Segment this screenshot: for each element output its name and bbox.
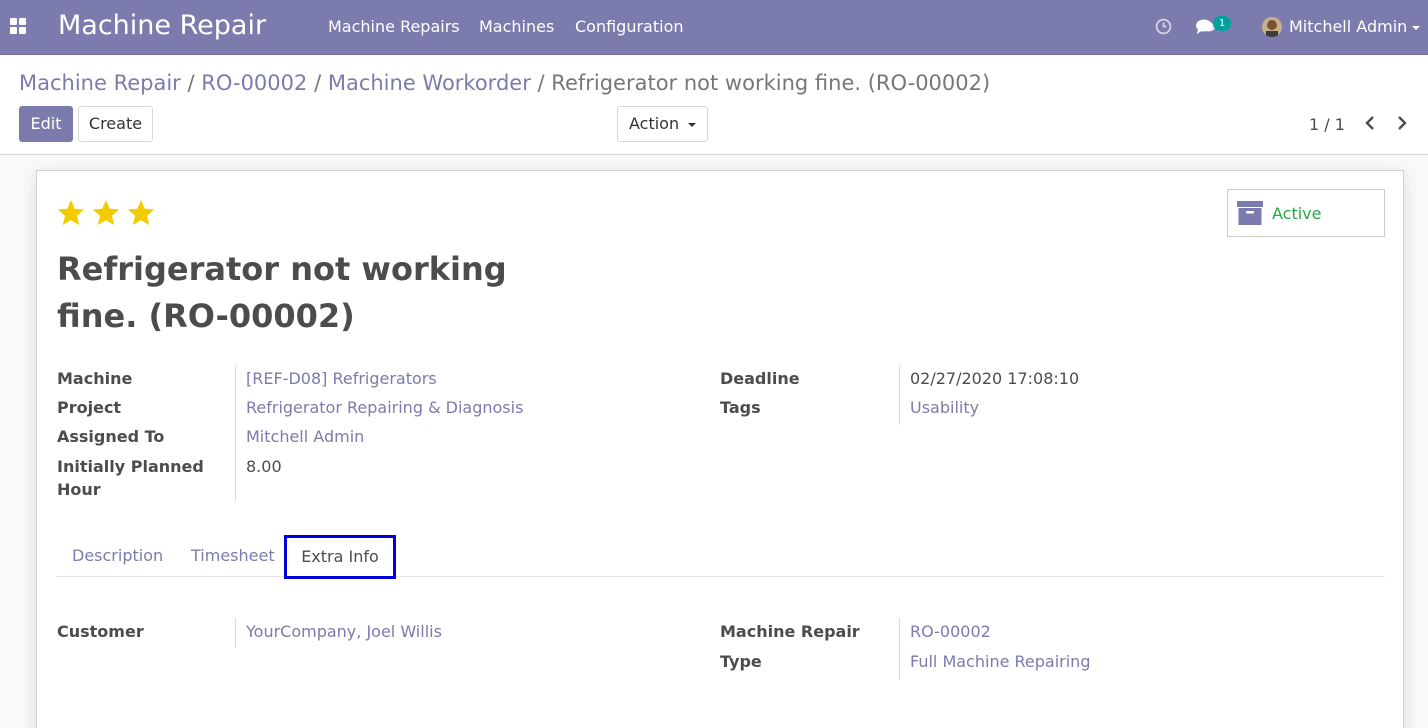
chevron-down-icon[interactable] — [1412, 26, 1420, 30]
archive-icon — [1237, 201, 1263, 225]
menu-configuration[interactable]: Configuration — [575, 17, 684, 36]
action-label: Action — [629, 114, 680, 133]
caret-down-icon — [688, 123, 696, 127]
planned-hours-label: Hour — [57, 480, 101, 499]
notebook-tabs: Description Timesheet Extra Info — [56, 535, 1385, 579]
planned-hours-value: 8.00 — [246, 457, 282, 476]
breadcrumb: Machine Repair / RO-00002 / Machine Work… — [19, 71, 990, 95]
user-avatar[interactable] — [1262, 17, 1282, 37]
record-title-line: Refrigerator not working — [57, 250, 507, 288]
project-value-link[interactable]: Refrigerator Repairing & Diagnosis — [246, 398, 523, 417]
form-sheet: Active Refrigerator not working fine. (R… — [36, 170, 1404, 728]
chevron-right-icon[interactable] — [1394, 113, 1410, 133]
activity-clock-icon[interactable] — [1155, 18, 1172, 35]
user-menu-name[interactable]: Mitchell Admin — [1289, 17, 1407, 36]
field-divider — [235, 365, 236, 501]
tab-timesheet[interactable]: Timesheet — [191, 535, 275, 577]
create-button[interactable]: Create — [78, 106, 153, 142]
field-divider — [899, 618, 900, 680]
field-divider — [235, 618, 236, 648]
pager-value[interactable]: 1 / 1 — [1309, 115, 1345, 134]
edit-button[interactable]: Edit — [19, 106, 73, 142]
breadcrumb-item-machine-repair[interactable]: Machine Repair — [19, 71, 181, 95]
star-icon[interactable] — [126, 198, 156, 228]
planned-hours-label: Initially Planned — [57, 457, 204, 476]
menu-machine-repairs[interactable]: Machine Repairs — [328, 17, 460, 36]
tags-label: Tags — [720, 398, 761, 417]
customer-label: Customer — [57, 622, 144, 641]
assigned-to-label: Assigned To — [57, 427, 165, 446]
record-title: Refrigerator not working fine. (RO-00002… — [57, 246, 537, 340]
star-icon[interactable] — [91, 198, 121, 228]
apps-menu-icon[interactable] — [10, 18, 28, 36]
chevron-left-icon[interactable] — [1362, 113, 1378, 133]
type-label: Type — [720, 652, 762, 671]
project-label: Project — [57, 398, 122, 417]
field-divider — [899, 365, 900, 425]
action-dropdown-button[interactable]: Action — [617, 106, 708, 142]
tags-value[interactable]: Usability — [910, 398, 979, 417]
control-panel: Machine Repair / RO-00002 / Machine Work… — [0, 55, 1428, 155]
app-brand[interactable]: Machine Repair — [58, 10, 266, 41]
active-label: Active — [1272, 204, 1322, 223]
assigned-to-value-link[interactable]: Mitchell Admin — [246, 427, 364, 446]
breadcrumb-separator: / — [314, 71, 328, 95]
active-toggle-button[interactable]: Active — [1227, 189, 1385, 237]
tab-description[interactable]: Description — [72, 535, 163, 577]
machine-value-link[interactable]: [REF-D08] Refrigerators — [246, 369, 437, 388]
chat-count-badge: 1 — [1213, 16, 1231, 31]
machine-repair-value-link[interactable]: RO-00002 — [910, 622, 991, 641]
breadcrumb-separator: / — [537, 71, 552, 95]
breadcrumb-current: Refrigerator not working fine. (RO-00002… — [551, 71, 991, 95]
star-icon[interactable] — [56, 198, 86, 228]
deadline-value: 02/27/2020 17:08:10 — [910, 369, 1080, 388]
type-value-link[interactable]: Full Machine Repairing — [910, 652, 1090, 671]
machine-repair-label: Machine Repair — [720, 622, 860, 641]
priority-stars[interactable] — [56, 198, 161, 230]
machine-label: Machine — [57, 369, 133, 388]
customer-value-link[interactable]: YourCompany, Joel Willis — [246, 622, 442, 641]
breadcrumb-separator: / — [187, 71, 202, 95]
deadline-label: Deadline — [720, 369, 800, 388]
breadcrumb-item-workorder[interactable]: Machine Workorder — [328, 71, 531, 95]
breadcrumb-item-ro[interactable]: RO-00002 — [201, 71, 307, 95]
record-title-line: fine. (RO-00002) — [57, 297, 355, 335]
menu-machines[interactable]: Machines — [479, 17, 554, 36]
tab-extra-info[interactable]: Extra Info — [284, 535, 396, 579]
top-navbar: Machine Repair Machine Repairs Machines … — [0, 0, 1428, 55]
